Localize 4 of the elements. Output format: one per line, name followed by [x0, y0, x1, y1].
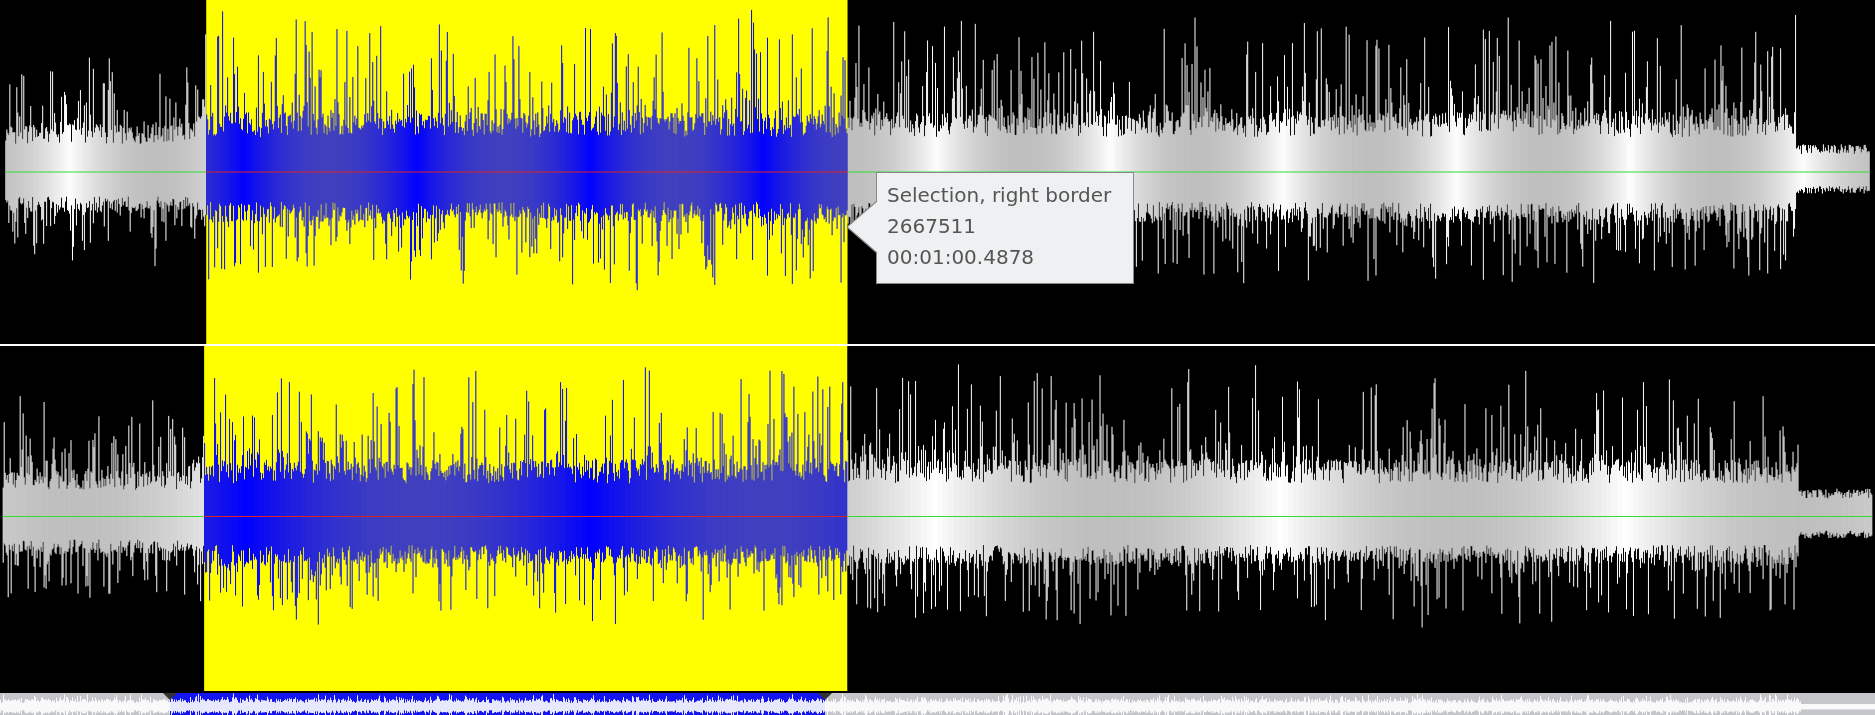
tooltip-text: 2667511: [887, 213, 978, 240]
tooltip-text: Selection, right border: [887, 182, 1113, 209]
overview-strip[interactable]: [0, 693, 1875, 715]
tooltip-text: 00:01:00.4878: [887, 244, 1036, 271]
